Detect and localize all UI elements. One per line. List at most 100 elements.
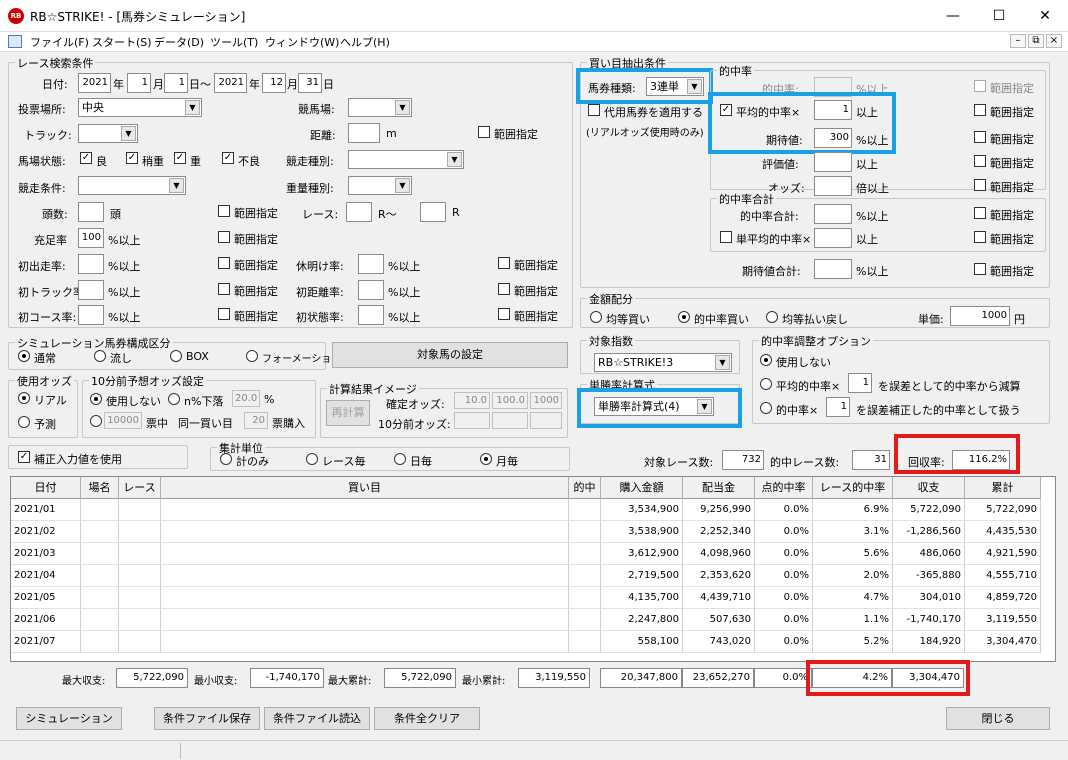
col-cumulative[interactable]: 累計 <box>965 477 1041 499</box>
single-avg-checkbox[interactable] <box>720 231 732 243</box>
heads-input[interactable] <box>78 202 104 222</box>
to-day-input[interactable]: 31 <box>298 73 322 93</box>
col-point-hit[interactable]: 点的中率 <box>755 477 813 499</box>
hit-sum-input[interactable] <box>814 204 852 224</box>
race-to-input[interactable] <box>420 202 446 222</box>
sim-normal-radio[interactable] <box>18 350 30 362</box>
agg-total-radio[interactable] <box>220 453 232 465</box>
distance-input[interactable] <box>348 123 380 143</box>
single-avg-range-checkbox[interactable] <box>974 231 986 243</box>
correction-checkbox[interactable]: ✓ <box>18 451 30 463</box>
save-conditions-button[interactable]: 条件ファイル保存 <box>154 707 260 730</box>
heads-range-checkbox[interactable] <box>218 205 230 217</box>
first-dist-input[interactable] <box>358 280 384 300</box>
rest-input[interactable] <box>358 254 384 274</box>
race-kind-select[interactable]: ▼ <box>348 150 464 169</box>
table-row[interactable]: 2021/01 3,534,900 9,256,990 0.0% 6.9% 5,722,0… <box>11 499 1041 521</box>
table-row[interactable]: 2021/06 2,247,800 507,630 0.0% 1.1% -1,740,17… <box>11 609 1041 631</box>
to-year-input[interactable]: 2021 <box>214 73 247 93</box>
menu-window[interactable]: ウィンドウ(W) <box>265 34 339 50</box>
ev-sum-range-checkbox[interactable] <box>974 263 986 275</box>
odds-range-checkbox[interactable] <box>974 179 986 191</box>
load-conditions-button[interactable]: 条件ファイル読込 <box>264 707 370 730</box>
col-date[interactable]: 日付 <box>11 477 81 499</box>
equal-buy-radio[interactable] <box>590 311 602 323</box>
table-row[interactable]: 2021/02 3,538,900 2,252,340 0.0% 3.1% -1,286,… <box>11 521 1041 543</box>
adjust-none-radio[interactable] <box>760 354 772 366</box>
from-year-input[interactable]: 2021 <box>78 73 111 93</box>
col-race-hit[interactable]: レース的中率 <box>813 477 893 499</box>
agg-race-radio[interactable] <box>306 453 318 465</box>
race-from-input[interactable] <box>346 202 372 222</box>
agg-month-radio[interactable] <box>480 453 492 465</box>
hit-buy-radio[interactable] <box>678 311 690 323</box>
simulate-button[interactable]: シミュレーション <box>16 707 122 730</box>
adjust-avg-input[interactable]: 1 <box>848 373 872 393</box>
menu-tools[interactable]: ツール(T) <box>210 34 258 50</box>
ev-range-checkbox[interactable] <box>974 131 986 143</box>
close-window-button[interactable]: ✕ <box>1022 0 1068 32</box>
fill-rate-input[interactable]: 100 <box>78 228 104 248</box>
table-row[interactable]: 2021/04 2,719,500 2,353,620 0.0% 2.0% -365,88… <box>11 565 1041 587</box>
adjust-hit-radio[interactable] <box>760 402 772 414</box>
target-index-select[interactable]: RB☆STRIKE!3 ▼ <box>594 353 732 372</box>
ev-sum-input[interactable] <box>814 259 852 279</box>
first-track-input[interactable] <box>78 280 104 300</box>
table-row[interactable]: 2021/05 4,135,700 4,439,710 0.0% 4.7% 304,010… <box>11 587 1041 609</box>
agg-day-radio[interactable] <box>394 453 406 465</box>
first-run-range-checkbox[interactable] <box>218 257 230 269</box>
adjust-hit-input[interactable]: 1 <box>826 397 850 417</box>
mdi-restore-button[interactable]: ⧉ <box>1028 34 1044 48</box>
recalc-button[interactable]: 再計算 <box>326 400 370 426</box>
from-month-input[interactable]: 1 <box>127 73 151 93</box>
col-buy-amount[interactable]: 購入金額 <box>601 477 683 499</box>
col-buy[interactable]: 買い目 <box>161 477 569 499</box>
weight-kind-select[interactable]: ▼ <box>348 176 412 195</box>
menu-start[interactable]: スタート(S) <box>92 34 152 50</box>
cond-heavy-checkbox[interactable]: ✓ <box>174 152 186 164</box>
from-day-input[interactable]: 1 <box>164 73 188 93</box>
cond-bad-checkbox[interactable]: ✓ <box>222 152 234 164</box>
menu-help[interactable]: ヘルプ(H) <box>340 34 390 50</box>
sim-formation-radio[interactable] <box>246 350 258 362</box>
first-state-input[interactable] <box>358 305 384 325</box>
table-row[interactable]: 2021/03 3,612,900 4,098,960 0.0% 5.6% 486,060… <box>11 543 1041 565</box>
first-dist-range-checkbox[interactable] <box>498 283 510 295</box>
first-course-input[interactable] <box>78 305 104 325</box>
avg-hit-range-checkbox[interactable] <box>974 104 986 116</box>
hit-range-checkbox[interactable] <box>974 80 986 92</box>
first-course-range-checkbox[interactable] <box>218 308 230 320</box>
racecourse-select[interactable]: ▼ <box>348 98 412 117</box>
table-row[interactable]: 2021/07 558,100 743,020 0.0% 5.2% 184,920 3,30… <box>11 631 1041 653</box>
col-balance[interactable]: 収支 <box>893 477 965 499</box>
odds10-buy-input[interactable]: 20 <box>244 412 268 429</box>
venue-select[interactable]: 中央 ▼ <box>78 98 202 117</box>
minimize-button[interactable]: — <box>930 0 976 32</box>
odds10-none-radio[interactable] <box>90 393 102 405</box>
to-month-input[interactable]: 12 <box>262 73 286 93</box>
track-type-select[interactable]: ▼ <box>78 124 138 143</box>
single-avg-input[interactable] <box>814 228 852 248</box>
mdi-close-button[interactable]: × <box>1046 34 1062 48</box>
close-button[interactable]: 閉じる <box>946 707 1050 730</box>
mdi-minimize-button[interactable]: – <box>1010 34 1026 48</box>
proxy-ticket-checkbox[interactable] <box>588 104 600 116</box>
clear-conditions-button[interactable]: 条件全クリア <box>374 707 480 730</box>
odds10-ndrop-input[interactable]: 20.0 <box>232 390 260 407</box>
odds10-ticket-radio[interactable] <box>90 415 102 427</box>
col-payout[interactable]: 配当金 <box>683 477 755 499</box>
cond-slightly-heavy-checkbox[interactable]: ✓ <box>126 152 138 164</box>
eval-input[interactable] <box>814 152 852 172</box>
rest-range-checkbox[interactable] <box>498 257 510 269</box>
unit-price-input[interactable]: 1000 <box>950 306 1010 326</box>
first-track-range-checkbox[interactable] <box>218 283 230 295</box>
odds-real-radio[interactable] <box>18 392 30 404</box>
odds10-ndrop-radio[interactable] <box>168 393 180 405</box>
equal-refund-radio[interactable] <box>766 311 778 323</box>
col-hit[interactable]: 的中 <box>569 477 601 499</box>
adjust-avg-radio[interactable] <box>760 378 772 390</box>
odds10-ticket-input[interactable]: 10000 <box>104 412 142 429</box>
maximize-button[interactable]: ☐ <box>976 0 1022 32</box>
sim-flow-radio[interactable] <box>94 350 106 362</box>
hit-sum-range-checkbox[interactable] <box>974 207 986 219</box>
